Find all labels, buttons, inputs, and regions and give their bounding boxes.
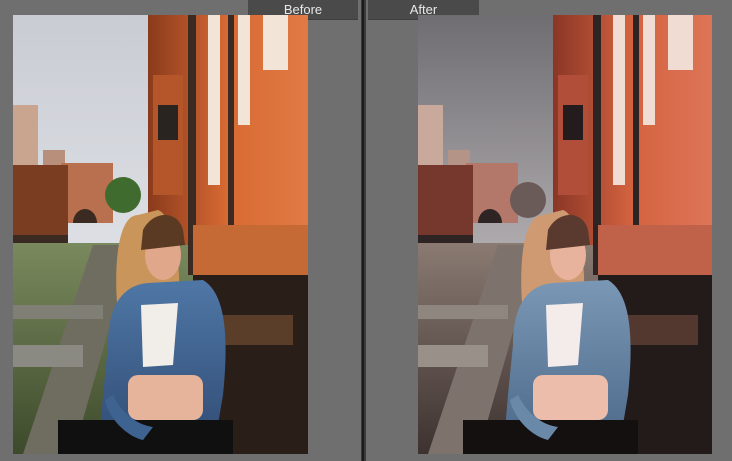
before-pane: Before — [0, 0, 361, 461]
before-photo[interactable] — [13, 15, 308, 454]
after-pane: After — [366, 0, 732, 461]
after-photo[interactable] — [418, 15, 712, 454]
